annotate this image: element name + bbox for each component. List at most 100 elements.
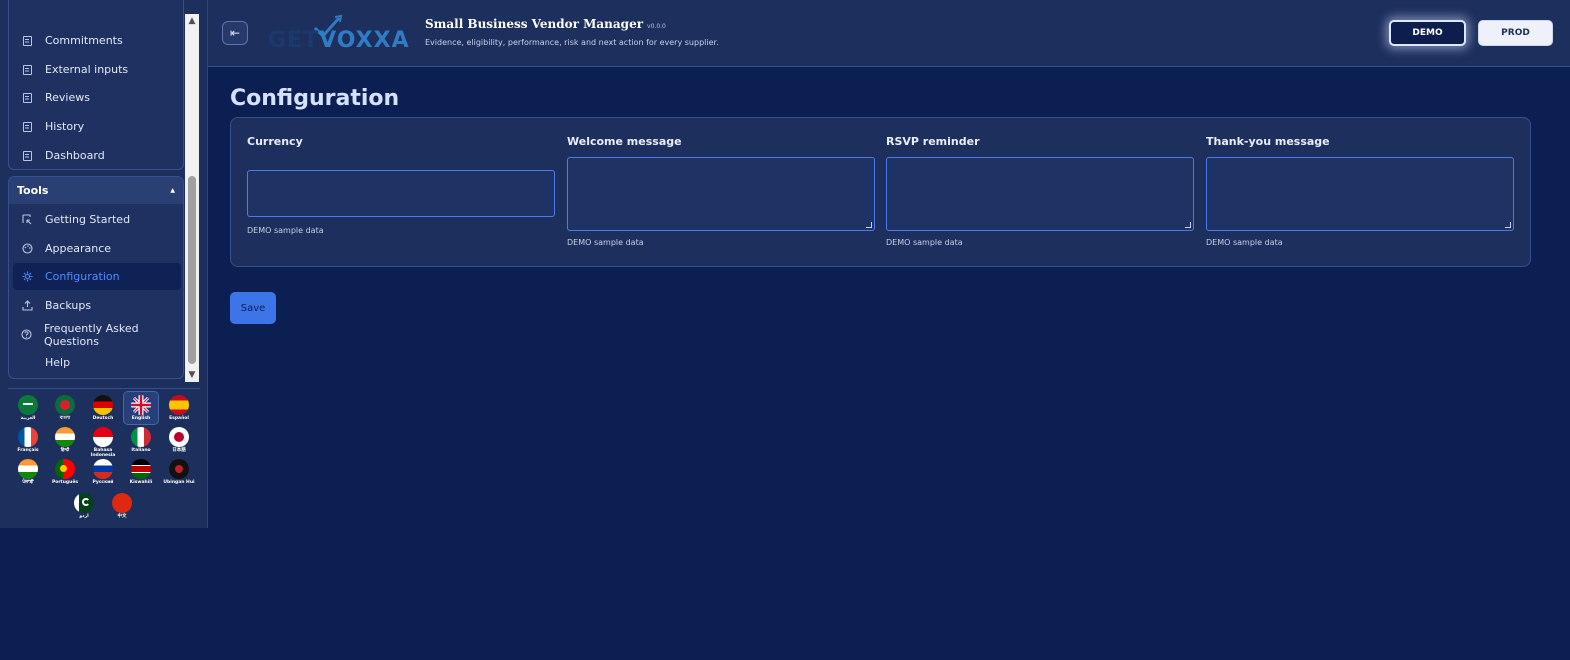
sidebar-item-getting-started[interactable]: Getting Started [13, 206, 181, 233]
language-punjabi[interactable]: ਪੰਜਾਬੀ [10, 459, 46, 485]
language-french[interactable]: Français [10, 427, 46, 453]
document-icon [21, 121, 33, 133]
rsvp-reminder-textarea[interactable] [886, 157, 1194, 231]
thank-you-message-textarea[interactable] [1206, 157, 1514, 231]
tools-section-title: Tools [17, 184, 49, 197]
flag-china-icon [112, 493, 132, 513]
flag-portugal-icon [55, 459, 75, 479]
thank-you-message-field-group: Thank-you message DEMO sample data [1206, 118, 1514, 268]
flag-kenya-icon [131, 459, 151, 479]
sidebar-item-label: Help [45, 356, 71, 369]
sidebar-item-dashboard[interactable]: Dashboard [13, 142, 181, 169]
sidebar-scrollbar[interactable]: ▲ ▼ [185, 14, 199, 382]
sidebar-item-label: Dashboard [45, 149, 105, 162]
sidebar-item-label: Appearance [45, 242, 112, 255]
sidebar-item-reviews[interactable]: Reviews [13, 84, 181, 111]
sidebar-item-history[interactable]: History [13, 113, 181, 140]
language-ubingan[interactable]: Ubingan Hui [161, 459, 197, 485]
language-urdu[interactable]: اردو [66, 493, 102, 519]
language-arabic[interactable]: العربية [10, 395, 46, 421]
upload-icon [21, 300, 33, 312]
flag-japan-icon [169, 427, 189, 447]
document-icon [21, 92, 33, 104]
prod-env-button[interactable]: PROD [1478, 20, 1553, 46]
thank-you-message-label: Thank-you message [1206, 135, 1330, 148]
document-icon [21, 150, 33, 162]
chevron-up-icon: ▲ [170, 187, 175, 194]
language-hindi[interactable]: हिन्दी [47, 427, 83, 453]
currency-label: Currency [247, 135, 303, 148]
sidebar-item-label: History [45, 120, 85, 133]
document-icon [21, 35, 33, 47]
language-italian[interactable]: Italiano [123, 427, 159, 453]
flag-russia-icon [93, 459, 113, 479]
welcome-message-field-group: Welcome message DEMO sample data [567, 118, 875, 268]
help-circle-icon [21, 329, 32, 341]
sidebar-item-faq[interactable]: Frequently Asked Questions [13, 321, 181, 348]
language-english[interactable]: English [123, 391, 159, 425]
sidebar-item-partial[interactable] [13, 0, 181, 1]
currency-field-group: Currency DEMO sample data [247, 118, 555, 268]
flag-pakistan-icon [74, 493, 94, 513]
flag-italy-icon [131, 427, 151, 447]
demo-env-button[interactable]: DEMO [1389, 20, 1466, 46]
app-subtitle: Evidence, eligibility, performance, risk… [425, 38, 719, 47]
sidebar-item-label: Frequently Asked Questions [44, 321, 139, 348]
sidebar-item-appearance[interactable]: Appearance [13, 235, 181, 262]
language-japanese[interactable]: 日本語 [161, 427, 197, 453]
language-bangla[interactable]: বাংলা [47, 395, 83, 421]
scroll-down-arrow-icon[interactable]: ▼ [185, 368, 199, 382]
app-title: Small Business Vendor Manager v0.0.0 [425, 17, 666, 31]
palette-icon [21, 243, 33, 255]
language-swahili[interactable]: Kiswahili [123, 459, 159, 485]
sidebar-toggle-button[interactable]: ⇤ [222, 21, 248, 45]
flag-ubingan-icon [169, 459, 189, 479]
flag-india-icon [18, 459, 38, 479]
collapse-menu-icon: ⇤ [229, 26, 241, 40]
language-spanish[interactable]: Español [161, 395, 197, 421]
app-logo: GETVOXXA [268, 14, 413, 54]
getting-started-icon [21, 214, 33, 226]
flag-india-icon [55, 427, 75, 447]
save-button[interactable]: Save [230, 292, 276, 324]
tools-section-header[interactable]: Tools ▲ [9, 177, 183, 204]
flag-germany-icon [93, 395, 113, 415]
configuration-card: Currency DEMO sample data Welcome messag… [230, 117, 1531, 267]
language-chinese[interactable]: 中文 [104, 493, 140, 519]
sidebar-item-label: Reviews [45, 91, 90, 104]
sidebar-scroll-area: Commitments External inputs Reviews Hist… [0, 0, 200, 382]
welcome-message-label: Welcome message [567, 135, 682, 148]
nav-panel: Commitments External inputs Reviews Hist… [8, 0, 184, 170]
document-icon [21, 64, 33, 76]
currency-input[interactable] [247, 170, 555, 217]
sidebar-item-configuration[interactable]: Configuration [13, 263, 181, 290]
language-german[interactable]: Deutsch [85, 395, 121, 421]
gear-icon [21, 271, 33, 283]
flag-france-icon [18, 427, 38, 447]
sidebar-item-label: Backups [45, 299, 92, 312]
flag-indonesia-icon [93, 427, 113, 447]
sidebar-item-label: Commitments [45, 34, 123, 47]
language-indonesian[interactable]: Bahasa Indonesia [85, 427, 121, 458]
rsvp-reminder-field-group: RSVP reminder DEMO sample data [886, 118, 1194, 268]
app-version: v0.0.0 [647, 23, 666, 30]
flag-saudi-icon [18, 395, 38, 415]
welcome-message-textarea[interactable] [567, 157, 875, 231]
rsvp-reminder-hint: DEMO sample data [886, 238, 963, 247]
thank-you-message-hint: DEMO sample data [1206, 238, 1283, 247]
sidebar-item-label: External inputs [45, 63, 129, 76]
language-picker: العربية বাংলা Deutsch English Español Fr… [8, 388, 200, 524]
rsvp-reminder-label: RSVP reminder [886, 135, 980, 148]
flag-bangladesh-icon [55, 395, 75, 415]
sidebar-item-external-inputs[interactable]: External inputs [13, 56, 181, 83]
scroll-up-arrow-icon[interactable]: ▲ [185, 14, 199, 28]
sidebar-item-backups[interactable]: Backups [13, 292, 181, 319]
scrollbar-thumb[interactable] [188, 176, 196, 364]
language-russian[interactable]: Русский [85, 459, 121, 485]
sidebar-item-help[interactable]: Help [13, 349, 181, 376]
sidebar: Commitments External inputs Reviews Hist… [0, 0, 208, 528]
language-portuguese[interactable]: Português [47, 459, 83, 485]
sidebar-item-commitments[interactable]: Commitments [13, 27, 181, 54]
flag-spain-icon [169, 395, 189, 415]
sidebar-item-label: Configuration [45, 270, 120, 283]
